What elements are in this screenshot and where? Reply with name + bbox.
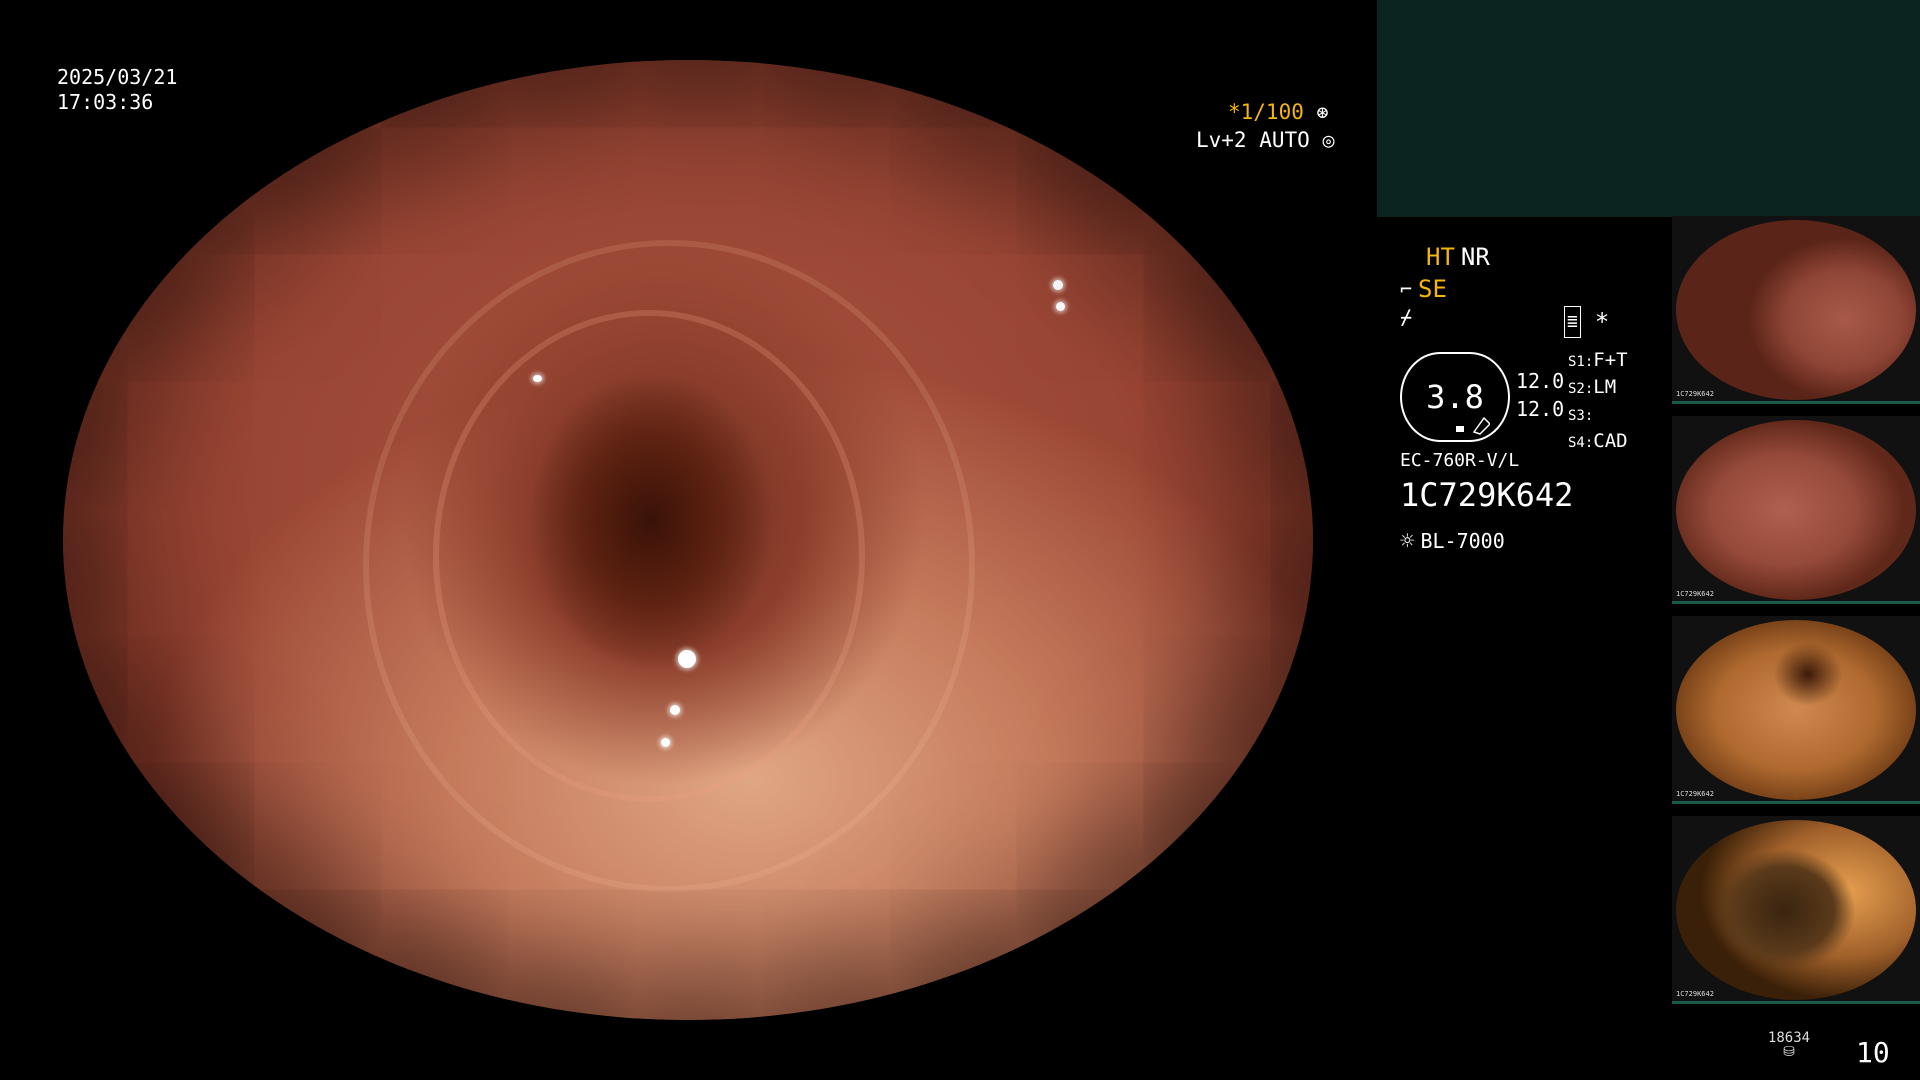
thumbnail-caption: 1C729K642 [1676, 990, 1714, 998]
thumbnail-3[interactable]: 1C729K642 [1672, 616, 1920, 804]
time-label: 17:03:36 [57, 90, 154, 114]
image-counter: 18634 ⛁ [1766, 1030, 1812, 1060]
thumbnail-caption: 1C729K642 [1676, 590, 1714, 598]
se-indicator: SE [1418, 275, 1447, 303]
memory-icon: ≣ [1564, 306, 1581, 338]
level-value: Lv+2 AUTO [1196, 128, 1310, 152]
specular-highlight [1053, 280, 1063, 290]
level-readout: Lv+2 AUTO ◎ [1196, 127, 1335, 153]
scope-model: EC-760R-V/L [1400, 450, 1520, 471]
thumbnail-bar [1672, 401, 1920, 404]
thumbnail-caption: 1C729K642 [1676, 790, 1714, 798]
switch-s1: S1:F+T [1568, 349, 1628, 371]
shutter-value: *1/100 [1228, 100, 1304, 124]
switch-s2: S2:LM [1568, 376, 1617, 398]
switch-s4: S4:CAD [1568, 430, 1628, 452]
thumbnail-bar [1672, 801, 1920, 804]
thumbnail-bar [1672, 1001, 1920, 1004]
specular-highlight [533, 375, 542, 382]
storage-row: ≣ * [1564, 306, 1609, 338]
switch-list: S1:F+T S2:LM S3: S4:CAD [1568, 348, 1628, 456]
thumbnail-image [1676, 620, 1916, 800]
capture-count: 10 [1856, 1036, 1890, 1069]
ht-indicator: HT [1426, 243, 1455, 271]
asterisk-mark: * [1594, 308, 1610, 336]
iris-icon: ◎ [1322, 128, 1335, 152]
se-row: ⌐ SE [1400, 274, 1447, 304]
mucosal-fold [433, 310, 865, 802]
zoom-gauge-icon [1456, 416, 1490, 435]
thumbnail-caption: 1C729K642 [1676, 390, 1714, 398]
specular-highlight [661, 738, 670, 747]
specular-highlight [1095, 140, 1104, 149]
sun-icon: ☼ [1400, 527, 1415, 555]
zoom-value: 3.8 [1426, 378, 1484, 416]
aperture-icon: ⊛ [1316, 100, 1329, 124]
value-top: 12.0 [1516, 369, 1565, 393]
thumbnail-image [1676, 420, 1916, 600]
endoscope-view [63, 60, 1313, 1020]
light-source: BL-7000 [1420, 529, 1505, 553]
thumbnail-image [1676, 820, 1916, 1000]
shutter-readout: *1/100 ⊛ [1228, 99, 1329, 125]
signal-row: ⌿ [1400, 302, 1412, 332]
scope-tip-icon: ⌐ [1400, 277, 1413, 301]
specular-highlight [1056, 302, 1065, 311]
thumbnail-bar [1672, 601, 1920, 604]
switch-s3: S3: [1568, 408, 1594, 424]
thumbnail-1[interactable]: 1C729K642 [1672, 216, 1920, 404]
enhancement-row: HT NR [1426, 242, 1490, 272]
thumbnail-2[interactable]: 1C729K642 [1672, 416, 1920, 604]
specular-highlight [670, 705, 680, 715]
light-source-row: ☼ BL-7000 [1400, 526, 1505, 556]
thumbnail-4[interactable]: 1C729K642 [1672, 816, 1920, 1004]
thumbnail-image [1676, 220, 1916, 400]
status-panel-background [1377, 0, 1920, 217]
pulse-icon: ⌿ [1400, 305, 1413, 329]
date-label: 2025/03/21 [57, 65, 178, 89]
settings-panel: HT NR ⌐ SE ⌿ ≣ * 3.8 12.0 12.0 S1:F+T S2… [1400, 240, 1670, 600]
mucosal-fold-outer [363, 240, 975, 892]
nr-indicator: NR [1460, 243, 1490, 271]
zoom-indicator: 3.8 [1400, 352, 1510, 442]
disk-icon: ⛁ [1783, 1044, 1795, 1060]
specular-highlight [678, 650, 696, 668]
value-bottom: 12.0 [1516, 397, 1565, 421]
scope-serial: 1C729K642 [1400, 476, 1574, 514]
